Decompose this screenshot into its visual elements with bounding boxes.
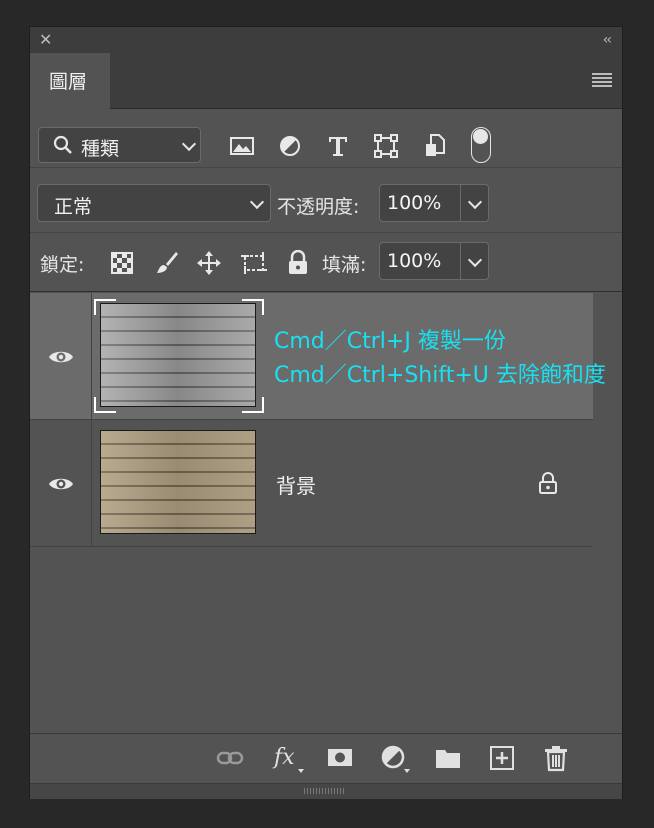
close-icon[interactable]: ✕ [39,30,52,50]
add-mask-icon[interactable] [326,744,354,772]
svg-text:fx: fx [272,745,295,770]
delete-layer-icon[interactable] [542,744,570,772]
blend-mode-value: 正常 [54,196,93,218]
hamburger-menu-icon[interactable] [592,73,612,87]
layer-thumbnail[interactable] [100,430,256,534]
eye-icon[interactable] [48,475,74,493]
layer-row-copy[interactable]: Cmd／Ctrl+J 複製一份 Cmd／Ctrl+Shift+U 去除飽和度 [30,293,606,420]
blend-mode-select[interactable]: 正常 [37,184,271,222]
layer-name[interactable]: 背景 [276,470,316,499]
opacity-label: 不透明度: [277,196,360,218]
filter-row: 種類 [30,109,622,168]
link-layers-icon[interactable] [216,744,244,772]
panel-titlebar: ✕ ‹‹ [30,27,622,53]
lock-transparent-pixels-icon[interactable] [109,250,135,276]
type-filter-icon[interactable] [325,133,351,159]
collapse-icon[interactable]: ‹‹ [603,30,612,50]
layers-panel: ✕ ‹‹ 圖層 種類 正常 不透明度: 100% 鎖定: 填滿: 100% Cm… [29,26,623,799]
filter-kind-select[interactable]: 種類 [38,127,201,163]
chevron-down-icon[interactable] [467,252,483,268]
opacity-field[interactable]: 100% [379,184,489,222]
selection-corner-tl [94,299,116,315]
selection-corner-tr [242,299,264,315]
lock-artboard-icon[interactable] [240,250,267,276]
fill-field[interactable]: 100% [379,242,489,280]
lock-image-pixels-icon[interactable] [154,250,180,276]
search-icon [53,134,73,161]
shape-filter-icon[interactable] [373,133,399,159]
tab-layers[interactable]: 圖層 [30,53,110,109]
adjustment-filter-icon[interactable] [277,133,303,159]
lock-row: 鎖定: 填滿: 100% [30,233,622,292]
layer-row-background[interactable]: 背景 [30,420,593,547]
chevron-down-icon[interactable] [467,194,483,210]
lock-position-icon[interactable] [196,250,222,276]
tab-row: 圖層 [30,53,622,109]
chevron-down-icon [249,194,265,210]
smart-object-filter-icon[interactable] [422,133,448,159]
image-filter-icon[interactable] [229,133,255,159]
new-layer-icon[interactable] [488,744,516,772]
blend-row: 正常 不透明度: 100% [30,168,622,233]
filter-kind-label: 種類 [81,138,120,160]
chevron-down-icon [181,136,197,152]
lock-all-icon[interactable] [286,249,312,276]
annotation-line-2: Cmd／Ctrl+Shift+U 去除飽和度 [274,363,606,388]
fill-label: 填滿: [322,254,367,276]
lock-icon[interactable] [538,472,558,494]
visibility-column [30,420,92,546]
selection-corner-br [242,397,264,413]
selection-corner-bl [94,397,116,413]
filter-toggle[interactable] [471,127,491,163]
visibility-column [30,293,92,419]
fx-icon[interactable]: fx [272,744,304,773]
layer-thumbnail[interactable] [100,303,256,407]
lock-label: 鎖定: [40,254,85,276]
fill-value[interactable]: 100% [387,250,441,272]
opacity-value[interactable]: 100% [387,192,441,214]
annotation-line-1: Cmd／Ctrl+J 複製一份 [274,329,506,354]
resize-grip[interactable] [30,783,622,799]
bottom-toolbar: fx [30,733,622,784]
eye-icon[interactable] [48,348,74,366]
layers-list: Cmd／Ctrl+J 複製一份 Cmd／Ctrl+Shift+U 去除飽和度 背… [30,293,606,547]
adjustment-layer-icon[interactable] [380,744,410,773]
tab-label: 圖層 [49,71,88,93]
new-group-icon[interactable] [434,744,462,772]
